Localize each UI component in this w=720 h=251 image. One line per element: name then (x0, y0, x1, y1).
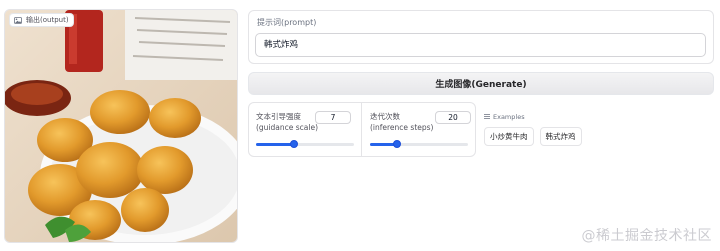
watermark: @稀土掘金技术社区 (581, 228, 712, 244)
guidance-scale-control: 文本引导强度(guidance scale) 7 (249, 103, 362, 156)
list-icon (484, 113, 490, 121)
sliders-block: 文本引导强度(guidance scale) 7 迭代次数(inference … (248, 102, 476, 157)
examples-label-text: Examples (493, 113, 525, 121)
example-item[interactable]: 韩式炸鸡 (539, 127, 582, 146)
prompt-input[interactable]: 韩式炸鸡 (255, 33, 706, 57)
prompt-block: 提示词(prompt) 韩式炸鸡 (248, 10, 714, 64)
prompt-label: 提示词(prompt) (257, 18, 317, 27)
output-label-text: 输出(output) (26, 16, 69, 24)
inference-steps-label: 迭代次数(inference steps) (370, 112, 434, 132)
examples-section: Examples 小炒黄牛肉 韩式炸鸡 (484, 113, 582, 146)
output-image (5, 10, 237, 242)
generate-button[interactable]: 生成图像(Generate) (248, 72, 714, 95)
inference-steps-slider[interactable] (370, 140, 468, 148)
example-item[interactable]: 小炒黄牛肉 (484, 127, 534, 146)
guidance-scale-fill (256, 143, 295, 146)
app-root: 输出(output) 提示词(prompt) 韩式炸鸡 生成图像(Generat… (0, 0, 720, 251)
output-image-panel: 输出(output) (4, 9, 238, 243)
example-list: 小炒黄牛肉 韩式炸鸡 (484, 127, 582, 146)
guidance-scale-slider[interactable] (256, 140, 354, 148)
inference-steps-thumb[interactable] (393, 140, 402, 148)
examples-label: Examples (484, 113, 582, 121)
guidance-scale-label: 文本引导强度(guidance scale) (256, 112, 319, 132)
inference-steps-input[interactable]: 20 (435, 111, 471, 124)
guidance-scale-thumb[interactable] (290, 140, 299, 148)
guidance-scale-input[interactable]: 7 (315, 111, 351, 124)
inference-steps-control: 迭代次数(inference steps) 20 (363, 103, 476, 156)
image-icon (14, 16, 22, 24)
output-label: 输出(output) (9, 13, 74, 27)
